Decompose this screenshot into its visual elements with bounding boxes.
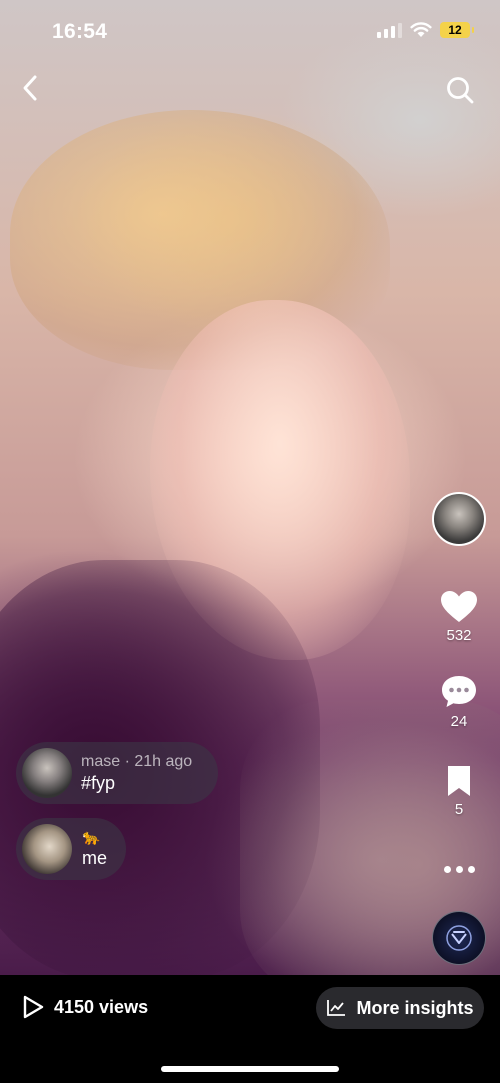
more-insights-button[interactable]: More insights [316,987,484,1029]
sound-emoji: 🐆 [82,828,101,846]
caption-pill[interactable]: mase · 21h ago #fyp [16,742,218,804]
bookmark-icon[interactable] [445,764,473,798]
like-count: 532 [446,627,472,644]
sound-disc-logo-icon [446,925,472,951]
caption-text: #fyp [81,772,116,793]
sound-title: me [82,847,108,868]
like-action[interactable]: 532 [440,590,478,644]
action-column: 532 24 5 [430,492,488,965]
comment-action[interactable]: 24 [440,674,478,730]
status-icons: 12 [377,22,474,38]
comment-bubble-icon[interactable] [440,674,478,710]
status-time: 16:54 [52,20,108,43]
save-action[interactable]: 5 [445,764,473,818]
chevron-left-icon [23,75,37,101]
more-insights-label: More insights [356,997,474,1018]
caption-meta: mase · 21h ago [81,752,193,770]
play-icon [23,995,44,1019]
sound-pill[interactable]: 🐆 me [16,818,126,880]
bottom-bar: 4150 views More insights [0,975,500,1083]
comment-count: 24 [450,713,468,730]
sound-disc[interactable] [432,911,486,965]
creator-avatar[interactable] [432,492,486,546]
more-dots-icon[interactable] [443,866,475,873]
chart-icon [327,1000,346,1016]
signal-icon [377,22,402,38]
heart-icon[interactable] [440,590,478,624]
back-button[interactable] [14,72,46,104]
status-bar: 16:54 12 [0,0,500,64]
sound-avatar[interactable] [22,824,72,874]
search-button[interactable] [444,74,476,106]
wifi-icon [410,22,432,37]
home-indicator[interactable] [161,1066,339,1072]
battery-level: 12 [448,23,462,37]
video-screen: 16:54 12 532 24 5 mase · 21h ago #fyp 🐆 … [0,0,500,1083]
save-count: 5 [454,801,464,818]
search-icon [447,77,474,104]
battery-icon: 12 [440,22,474,38]
views-counter[interactable]: 4150 views [22,995,148,1019]
caption-avatar[interactable] [22,748,72,798]
views-text: 4150 views [54,996,149,1017]
